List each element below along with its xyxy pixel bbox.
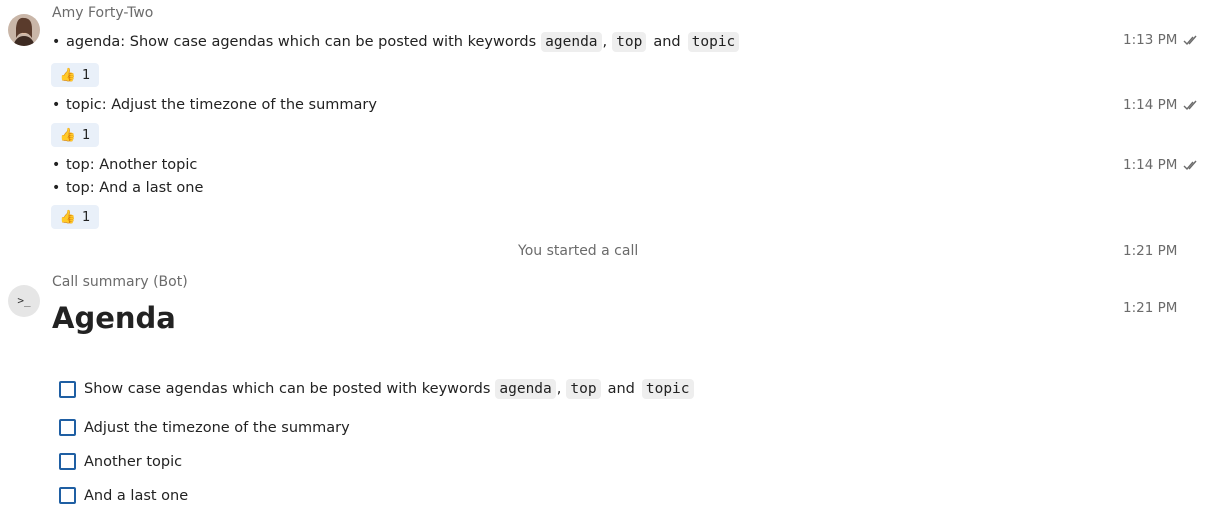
agenda-item: Show case agendas which can be posted wi… bbox=[59, 379, 695, 399]
bot-author[interactable]: Call summary (Bot) bbox=[52, 274, 188, 290]
message-line: • topic: Adjust the timezone of the summ… bbox=[52, 97, 377, 113]
reaction-count: 1 bbox=[81, 67, 91, 83]
checkbox-unchecked-icon[interactable] bbox=[59, 487, 76, 504]
keyword-code: topic bbox=[641, 379, 694, 399]
bot-timestamp[interactable]: 1:21 PM bbox=[1123, 300, 1177, 316]
bullet: • bbox=[52, 34, 61, 50]
message-text: agenda: Show case agendas which can be p… bbox=[66, 34, 537, 50]
agenda-item-text: Show case agendas which can be posted wi… bbox=[84, 381, 491, 397]
timestamp-text: 1:14 PM bbox=[1123, 157, 1178, 173]
agenda-item-text: Adjust the timezone of the summary bbox=[84, 419, 350, 436]
agenda-item: And a last one bbox=[59, 487, 188, 504]
message-text: top: Another topic bbox=[66, 157, 198, 173]
user-avatar[interactable] bbox=[8, 14, 40, 46]
keyword-code: agenda bbox=[541, 32, 602, 52]
reaction-button[interactable]: 👍 1 bbox=[51, 123, 99, 147]
bullet: • bbox=[52, 157, 61, 173]
reaction-count: 1 bbox=[81, 127, 91, 143]
thumbs-up-icon: 👍 bbox=[59, 209, 76, 225]
double-check-icon bbox=[1183, 35, 1197, 46]
message-line: • agenda: Show case agendas which can be… bbox=[52, 32, 740, 52]
thumbs-up-icon: 👍 bbox=[59, 127, 76, 143]
bullet: • bbox=[52, 97, 61, 113]
comma: , bbox=[602, 34, 608, 50]
message-author[interactable]: Amy Forty-Two bbox=[52, 5, 153, 21]
agenda-item-text: And a last one bbox=[84, 487, 189, 504]
agenda-item: Adjust the timezone of the summary bbox=[59, 419, 350, 436]
timestamp-text: 1:14 PM bbox=[1123, 97, 1178, 113]
message-text: topic: Adjust the timezone of the summar… bbox=[66, 97, 377, 113]
message-line: • top: Another topic bbox=[52, 157, 197, 173]
agenda-item: Another topic bbox=[59, 453, 182, 470]
agenda-heading: Agenda bbox=[52, 301, 176, 335]
message-timestamp[interactable]: 1:14 PM bbox=[1123, 157, 1199, 173]
system-message: You started a call bbox=[518, 243, 639, 259]
system-timestamp[interactable]: 1:21 PM bbox=[1123, 243, 1177, 259]
message-text: top: And a last one bbox=[66, 180, 204, 196]
reaction-button[interactable]: 👍 1 bbox=[51, 205, 99, 229]
timestamp-text: 1:13 PM bbox=[1123, 32, 1178, 48]
thumbs-up-icon: 👍 bbox=[59, 67, 76, 83]
comma: , bbox=[556, 381, 562, 397]
chat-view: Amy Forty-Two • agenda: Show case agenda… bbox=[0, 0, 1206, 523]
agenda-item-text: Another topic bbox=[84, 453, 183, 470]
keyword-code: topic bbox=[687, 32, 740, 52]
bot-avatar[interactable]: >_ bbox=[8, 285, 40, 317]
double-check-icon bbox=[1183, 100, 1197, 111]
checkbox-unchecked-icon[interactable] bbox=[59, 419, 76, 436]
reaction-button[interactable]: 👍 1 bbox=[51, 63, 99, 87]
double-check-icon bbox=[1183, 160, 1197, 171]
keyword-code: agenda bbox=[495, 379, 556, 399]
keyword-code: top bbox=[612, 32, 647, 52]
keyword-code: top bbox=[566, 379, 601, 399]
conjunction: and bbox=[607, 381, 635, 397]
checkbox-unchecked-icon[interactable] bbox=[59, 453, 76, 470]
reaction-count: 1 bbox=[81, 209, 91, 225]
bullet: • bbox=[52, 180, 61, 196]
avatar-image bbox=[8, 14, 40, 46]
message-timestamp[interactable]: 1:14 PM bbox=[1123, 97, 1199, 113]
checkbox-unchecked-icon[interactable] bbox=[59, 380, 76, 398]
message-line: • top: And a last one bbox=[52, 180, 203, 196]
conjunction: and bbox=[653, 34, 681, 50]
message-timestamp[interactable]: 1:13 PM bbox=[1123, 32, 1199, 48]
